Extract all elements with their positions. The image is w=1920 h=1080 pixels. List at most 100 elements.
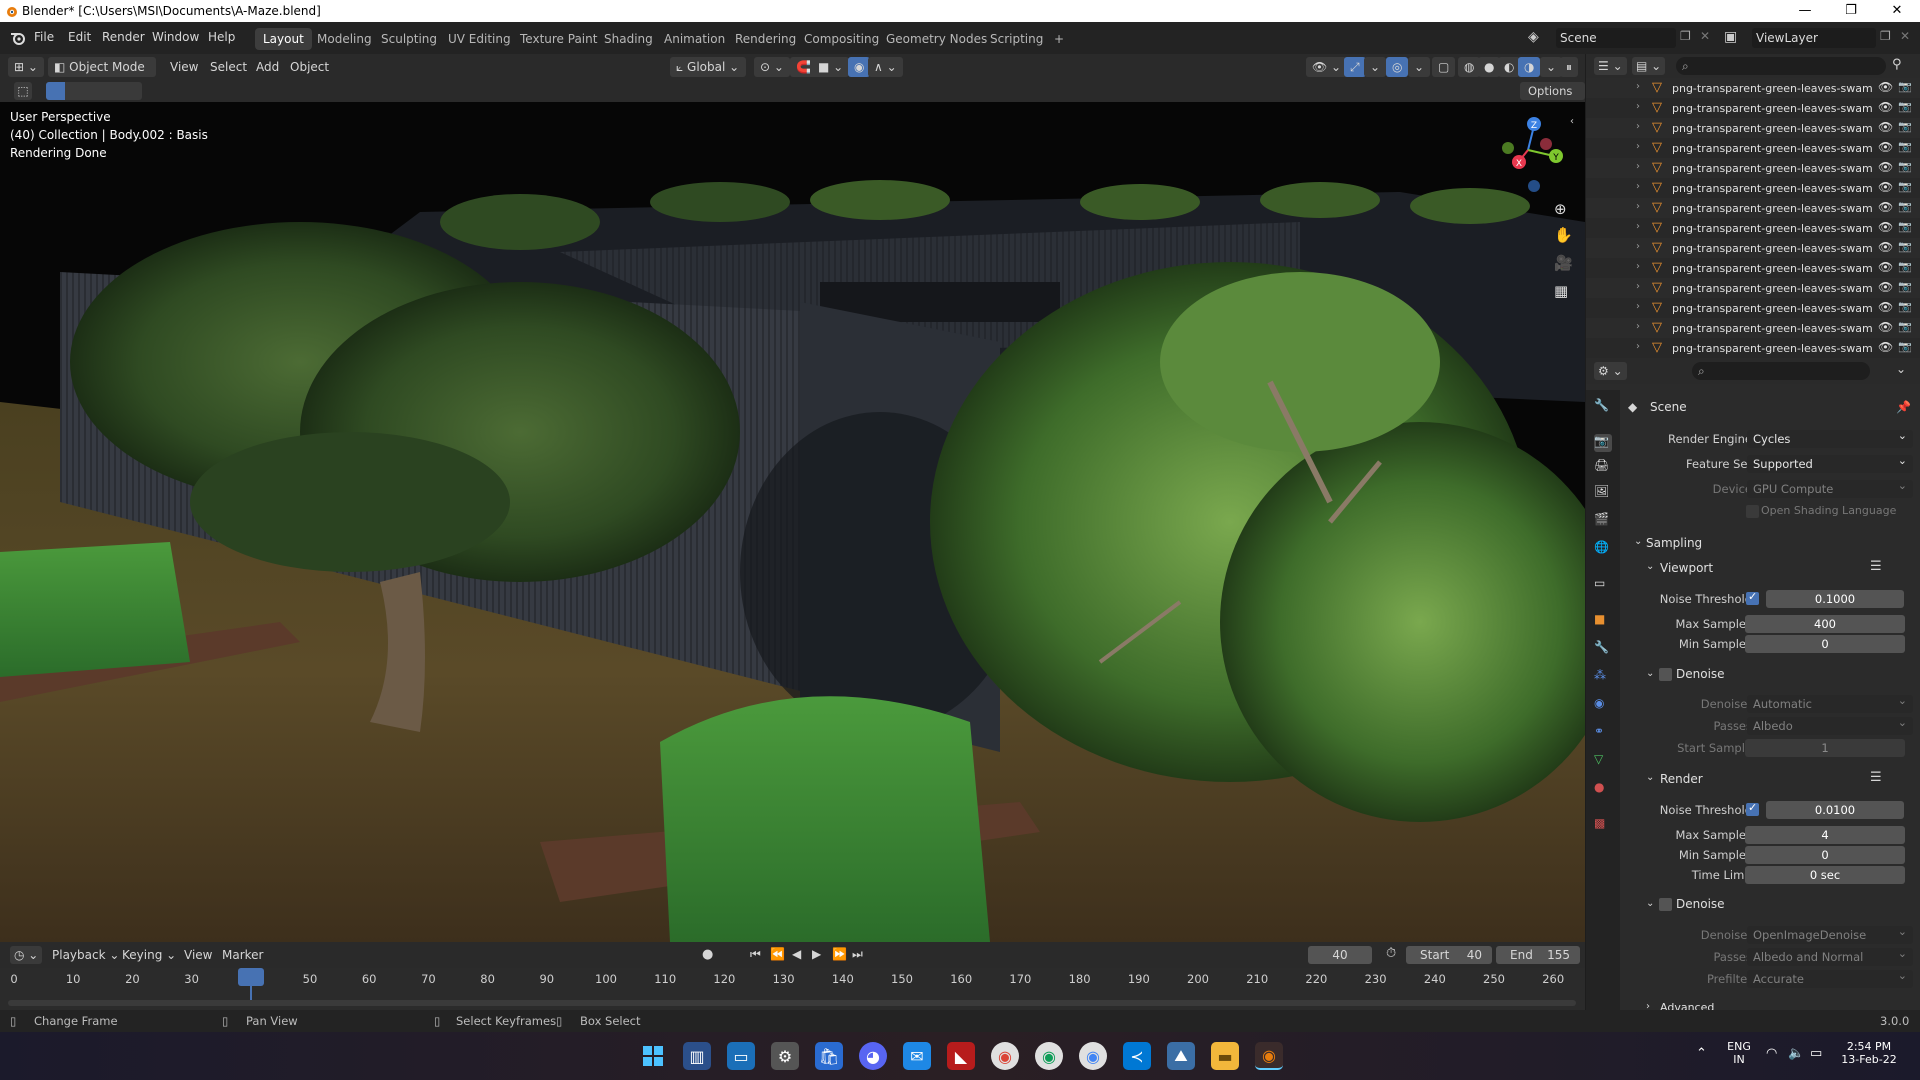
editor-type-dropdown[interactable]: ⊞ ⌄ [8,57,44,77]
chrome-app-icon[interactable]: ◉ [991,1042,1019,1070]
render-camera-icon[interactable]: 📷 [1898,100,1912,113]
zoom-icon[interactable]: ⊕ [1554,200,1567,218]
pan-hand-icon[interactable]: ✋ [1554,226,1573,244]
render-camera-icon[interactable]: 📷 [1898,320,1912,333]
gizmo-dropdown[interactable]: ⌄ [1364,57,1387,77]
visibility-eye-icon[interactable]: 👁 [1878,120,1893,134]
close-window-button[interactable]: ✕ [1874,0,1920,22]
expand-arrow-icon[interactable]: › [1636,281,1640,292]
current-frame-field[interactable]: 40 [1308,946,1372,964]
jump-next-keyframe-icon[interactable]: ⏩ [832,947,847,961]
shading-options-dropdown[interactable]: ⌄ [1540,57,1563,77]
wifi-icon[interactable]: ◠ [1766,1046,1777,1061]
overlays-toggle[interactable]: ◎ [1386,57,1409,77]
prefilter-dropdown[interactable]: Accurate [1747,967,1913,988]
vp-denoiser-dropdown[interactable]: Automatic [1747,692,1913,713]
outliner-row[interactable]: › ▽ png-transparent-green-leaves-swamp 👁 📷 [1586,278,1920,298]
visibility-eye-icon[interactable]: 👁 [1878,280,1893,294]
play-reverse-icon[interactable]: ◀ [792,947,801,961]
object-tab-icon[interactable]: ■ [1594,612,1612,630]
render-camera-icon[interactable]: 📷 [1898,80,1912,93]
expand-arrow-icon[interactable]: › [1636,221,1640,232]
view-layer-icon[interactable]: ▣ [1724,29,1737,45]
visibility-eye-icon[interactable]: 👁 [1878,220,1893,234]
navigation-gizmo[interactable]: Z Y X [1490,106,1570,196]
object-mode-dropdown[interactable]: ◧ Object Mode ⌄ [48,57,156,94]
tab-uv-editing[interactable]: UV Editing [440,28,519,50]
minimize-button[interactable]: — [1782,0,1828,22]
visibility-eye-icon[interactable]: 👁 [1878,80,1893,94]
outliner-row[interactable]: › ▽ png-transparent-green-leaves-swamp 👁 📷 [1586,138,1920,158]
menu-edit[interactable]: Edit [68,30,91,44]
expand-arrow-icon[interactable]: › [1636,121,1640,132]
task-view-icon[interactable]: ▥ [683,1042,711,1070]
language-indicator[interactable]: ENG IN [1726,1040,1752,1066]
timeline-editor-type-dropdown[interactable]: ◷ ⌄ [10,946,43,964]
add-workspace-button[interactable]: + [1046,28,1072,50]
outliner-row[interactable]: › ▽ png-transparent-green-leaves-swamp 👁 📷 [1586,98,1920,118]
options-dropdown[interactable]: Options ⌄ [1520,82,1585,116]
device-dropdown[interactable]: GPU Compute [1747,477,1913,498]
camera-view-icon[interactable]: 🎥 [1554,254,1573,272]
outliner-row[interactable]: › ▽ png-transparent-green-leaves-swamp 👁 📷 [1586,338,1920,358]
auto-keying-icon[interactable]: ● [702,947,713,962]
menu-window[interactable]: Window [152,30,199,44]
outliner-row[interactable]: › ▽ png-transparent-green-leaves-swamp 👁 📷 [1586,238,1920,258]
visibility-eye-icon[interactable]: 👁 [1878,200,1893,214]
outliner-editor-type-dropdown[interactable]: ☰ ⌄ [1594,57,1627,75]
settings-app-icon[interactable]: ⚙ [771,1042,799,1070]
viewport-menu-object[interactable]: Object [290,57,329,77]
render-engine-dropdown[interactable]: Cycles [1747,427,1913,448]
scene-icon[interactable]: ◈ [1528,29,1539,45]
select-new-icon[interactable] [46,82,65,100]
render-camera-icon[interactable]: 📷 [1898,280,1912,293]
outliner-row[interactable]: › ▽ png-transparent-green-leaves-swamp 👁 📷 [1586,318,1920,338]
world-tab-icon[interactable]: 🌐 [1594,540,1612,558]
visibility-eye-icon[interactable]: 👁 [1878,160,1893,174]
r-passes-dropdown[interactable]: Albedo and Normal [1747,945,1913,966]
expand-arrow-icon[interactable]: › [1636,81,1640,92]
material-tab-icon[interactable]: ● [1594,780,1612,798]
tab-layout[interactable]: Layout [255,28,312,50]
render-camera-icon[interactable]: 📷 [1898,160,1912,173]
output-tab-icon[interactable]: 🖨 [1594,458,1612,476]
blender-menu-icon[interactable] [10,31,26,45]
active-tool-icon[interactable]: ⬚ [14,82,32,100]
outliner-row[interactable]: › ▽ png-transparent-green-leaves-swamp 👁 📷 [1586,258,1920,278]
vp-denoise-chevron-icon[interactable]: ⌄ [1646,668,1654,679]
viewport-subsection-title[interactable]: Viewport [1660,561,1713,575]
play-icon[interactable]: ▶ [812,947,821,961]
render-camera-icon[interactable]: 📷 [1898,140,1912,153]
viewport-menu-view[interactable]: View [170,57,198,77]
expand-arrow-icon[interactable]: › [1636,301,1640,312]
tab-modeling[interactable]: Modeling [309,28,380,50]
expand-arrow-icon[interactable]: › [1636,261,1640,272]
render-camera-icon[interactable]: 📷 [1898,200,1912,213]
render-camera-icon[interactable]: 📷 [1898,220,1912,233]
perspective-toggle-icon[interactable]: ▦ [1554,282,1568,300]
scene-selector[interactable]: Scene [1556,28,1676,48]
r-max-samples-field[interactable]: 4 [1745,826,1905,844]
data-tab-icon[interactable]: ▽ [1594,752,1612,770]
expand-arrow-icon[interactable]: › [1636,241,1640,252]
visibility-eye-icon[interactable]: 👁 [1878,140,1893,154]
visibility-eye-icon[interactable]: 👁 [1878,300,1893,314]
viewport-chevron-icon[interactable]: ⌄ [1646,561,1654,572]
render-camera-icon[interactable]: 📷 [1898,260,1912,273]
outliner-row[interactable]: › ▽ png-transparent-green-leaves-swamp 👁 📷 [1586,178,1920,198]
object-visibility-dropdown[interactable]: 👁 ⌄ [1306,57,1348,77]
visibility-eye-icon[interactable]: 👁 [1878,340,1893,354]
tab-shading[interactable]: Shading [596,28,661,50]
r-denoise-title[interactable]: Denoise [1676,897,1725,911]
collection-tab-icon[interactable]: ▭ [1594,576,1612,594]
file-explorer-icon[interactable]: ▬ [1211,1042,1239,1070]
properties-editor-type-dropdown[interactable]: ⚙ ⌄ [1594,362,1627,380]
feature-set-dropdown[interactable]: Supported [1747,452,1913,473]
timeline-menu-playback[interactable]: Playback ⌄ [52,948,119,962]
timeline-menu-view[interactable]: View [184,948,212,962]
tab-geometry-nodes[interactable]: Geometry Nodes [878,28,995,50]
menu-render[interactable]: Render [102,30,145,44]
expand-arrow-icon[interactable]: › [1636,341,1640,352]
render-chevron-icon[interactable]: ⌄ [1646,772,1654,783]
render-camera-icon[interactable]: 📷 [1898,120,1912,133]
